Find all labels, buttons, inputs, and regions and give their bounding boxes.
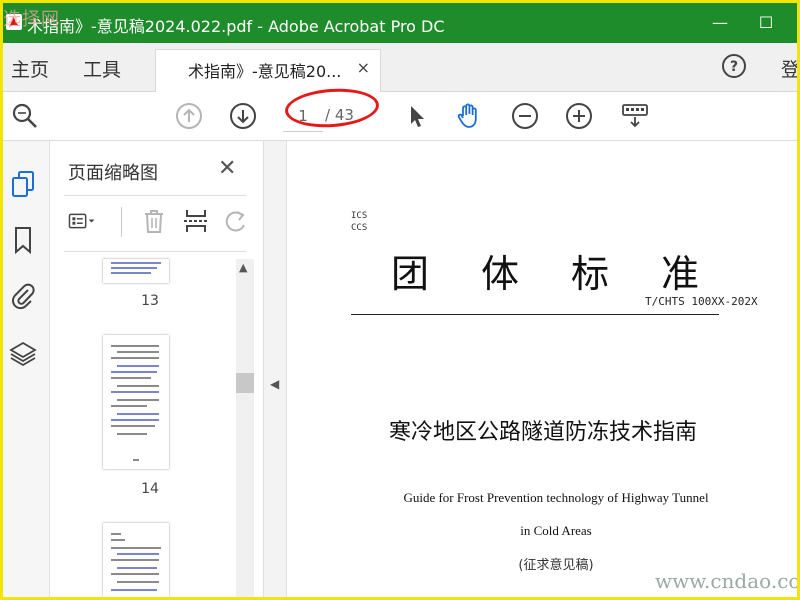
page-thumbnails-icon[interactable]	[9, 169, 37, 199]
page-up-icon[interactable]	[175, 102, 203, 130]
ics-label: ICS	[351, 211, 368, 221]
thumbnail-page-number: 13	[141, 293, 159, 309]
watermark-text: www.cndao.com	[655, 569, 800, 593]
zoom-in-icon[interactable]	[565, 102, 593, 130]
divider	[351, 314, 719, 315]
thumbnail-page-15[interactable]	[103, 523, 169, 597]
help-icon[interactable]: ?	[721, 53, 747, 79]
tab-label: 术指南》-意见稿20...	[188, 62, 342, 81]
standard-code: T/CHTS 100XX-202X	[645, 295, 758, 308]
menu-tools[interactable]: 工具	[83, 55, 121, 82]
document-title-en: Guide for Frost Prevention technology of…	[403, 490, 709, 505]
document-title-en-line2: in Cold Areas	[520, 523, 592, 538]
hand-tool-icon[interactable]	[455, 102, 483, 130]
page-down-icon[interactable]	[229, 102, 257, 130]
app-frame: 术指南》-意见稿2024.022.pdf - Adobe Acrobat Pro…	[0, 0, 800, 600]
thumbnail-page-number: 14	[141, 481, 159, 497]
tab-close-button[interactable]: ×	[357, 58, 370, 77]
panel-collapse-strip[interactable]: ◀	[264, 141, 287, 597]
window-title: 术指南》-意见稿2024.022.pdf - Adobe Acrobat Pro…	[27, 17, 445, 36]
zoom-search-icon[interactable]	[11, 102, 39, 130]
keyboard-icon[interactable]	[621, 102, 649, 130]
thumbnail-scrollbar[interactable]: ▲	[236, 259, 254, 597]
divider	[64, 195, 246, 196]
zoom-out-icon[interactable]	[511, 102, 539, 130]
toolbar: / 43	[3, 92, 797, 141]
thumbnail-options-icon[interactable]	[68, 207, 96, 235]
attachment-icon[interactable]	[9, 281, 37, 311]
thumbnail-page-14[interactable]	[103, 335, 169, 469]
title-bar: 术指南》-意见稿2024.022.pdf - Adobe Acrobat Pro…	[3, 3, 797, 43]
select-pointer-icon[interactable]	[403, 102, 431, 130]
divider	[121, 207, 122, 237]
thumbnails-panel: 页面缩略图 ✕ 13 14 ▲	[50, 141, 264, 597]
navigation-rail	[3, 141, 50, 597]
menu-bar: 主页 工具 术指南》-意见稿20... × ? 登	[3, 43, 797, 92]
collapse-arrow-icon[interactable]: ◀	[270, 377, 279, 391]
panel-close-button[interactable]: ✕	[218, 156, 236, 181]
rotate-icon[interactable]	[222, 207, 250, 235]
minimize-button[interactable]: —	[703, 9, 737, 37]
document-tab[interactable]: 术指南》-意见稿20... ×	[155, 49, 381, 92]
insert-page-icon[interactable]	[182, 207, 210, 235]
thumbnail-page-13[interactable]	[103, 259, 169, 283]
menu-login[interactable]: 登	[781, 55, 797, 82]
scroll-up-icon[interactable]: ▲	[239, 261, 247, 274]
maximize-button[interactable]: ☐	[749, 9, 783, 37]
bookmark-icon[interactable]	[9, 225, 37, 255]
document-title-cn: 寒冷地区公路隧道防冻技术指南	[389, 420, 698, 445]
divider	[64, 251, 246, 252]
layers-icon[interactable]	[9, 339, 37, 369]
scrollbar-thumb[interactable]	[236, 373, 254, 393]
ccs-label: CCS	[351, 223, 368, 233]
panel-title: 页面缩略图	[68, 163, 158, 184]
svg-text:?: ?	[730, 59, 738, 75]
document-view: ICS CCS 团体标准 T/CHTS 100XX-202X 寒冷地区公路隧道防…	[287, 141, 797, 597]
menu-home[interactable]: 主页	[11, 55, 49, 82]
acrobat-icon	[6, 14, 22, 30]
standard-title: 团体标准	[391, 252, 752, 296]
delete-icon[interactable]	[140, 207, 168, 235]
